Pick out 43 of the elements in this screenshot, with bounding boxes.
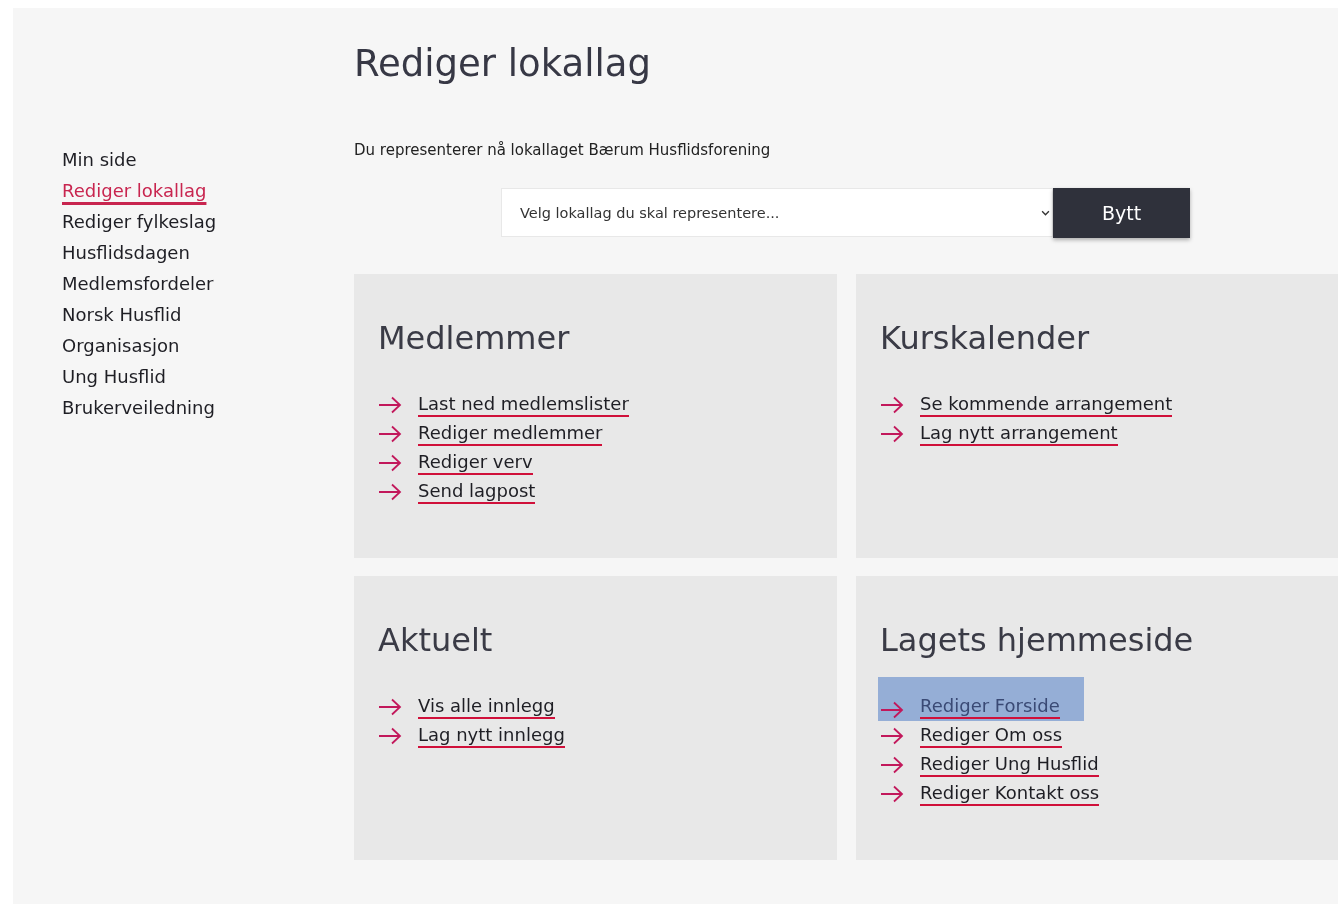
arrow-right-icon bbox=[378, 424, 402, 443]
arrow-link[interactable]: Send lagpost bbox=[378, 477, 536, 506]
sidebar-link[interactable]: Norsk Husflid bbox=[62, 299, 182, 330]
arrow-link[interactable]: Vis alle innlegg bbox=[378, 692, 555, 721]
arrow-right-icon bbox=[880, 726, 904, 745]
arrow-link[interactable]: Lag nytt innlegg bbox=[378, 721, 565, 750]
arrow-right-icon bbox=[378, 697, 402, 716]
select-placeholder: Velg lokallag du skal representere... bbox=[520, 204, 780, 221]
arrow-link[interactable]: Last ned medlemslister bbox=[378, 390, 629, 419]
arrow-right-icon bbox=[880, 784, 904, 803]
select-dropdown[interactable]: Velg lokallag du skal representere... bbox=[501, 188, 1053, 237]
intro-text: Du representerer nå lokallaget Bærum Husflidsforening bbox=[354, 140, 772, 160]
switch-button[interactable]: Bytt bbox=[1053, 188, 1190, 238]
arrow-link[interactable]: Lag nytt arrangement bbox=[880, 419, 1118, 448]
sidebar-link[interactable]: Husflidsdagen bbox=[62, 237, 190, 268]
card-title: Lagets hjemmeside bbox=[880, 620, 1195, 660]
page-title: Rediger lokallag bbox=[354, 42, 652, 86]
sidebar-link[interactable]: Medlemsfordeler bbox=[62, 268, 214, 299]
sidebar-link[interactable]: Organisasjon bbox=[62, 330, 180, 361]
arrow-right-icon bbox=[378, 453, 402, 472]
card-title: Medlemmer bbox=[378, 318, 571, 358]
card-title: Aktuelt bbox=[378, 620, 494, 660]
arrow-right-icon bbox=[378, 726, 402, 745]
sidebar-link[interactable]: Rediger fylkeslag bbox=[62, 206, 217, 237]
sidebar-link[interactable]: Min side bbox=[62, 144, 137, 175]
sidebar-link[interactable]: Ung Husflid bbox=[62, 361, 166, 392]
arrow-right-icon bbox=[378, 482, 402, 501]
arrow-right-icon bbox=[378, 395, 402, 414]
sidebar-link[interactable]: Brukerveiledning bbox=[62, 392, 215, 423]
arrow-right-icon bbox=[880, 424, 904, 443]
sidebar-link[interactable]: Rediger lokallag bbox=[62, 175, 207, 206]
arrow-right-icon bbox=[880, 755, 904, 774]
arrow-right-icon bbox=[880, 701, 904, 719]
card-title: Kurskalender bbox=[880, 318, 1091, 358]
arrow-link[interactable]: Se kommende arrangement bbox=[880, 390, 1173, 419]
arrow-link[interactable]: Rediger medlemmer bbox=[378, 419, 603, 448]
arrow-link[interactable]: Rediger Ung Husflid bbox=[880, 750, 1099, 779]
arrow-link[interactable]: Rediger Om oss bbox=[880, 721, 1062, 750]
arrow-link[interactable]: Rediger Forside bbox=[878, 677, 1084, 721]
arrow-link[interactable]: Rediger verv bbox=[378, 448, 533, 477]
caret-icon bbox=[1041, 209, 1050, 216]
arrow-link[interactable]: Rediger Kontakt oss bbox=[880, 779, 1100, 808]
arrow-right-icon bbox=[880, 395, 904, 414]
